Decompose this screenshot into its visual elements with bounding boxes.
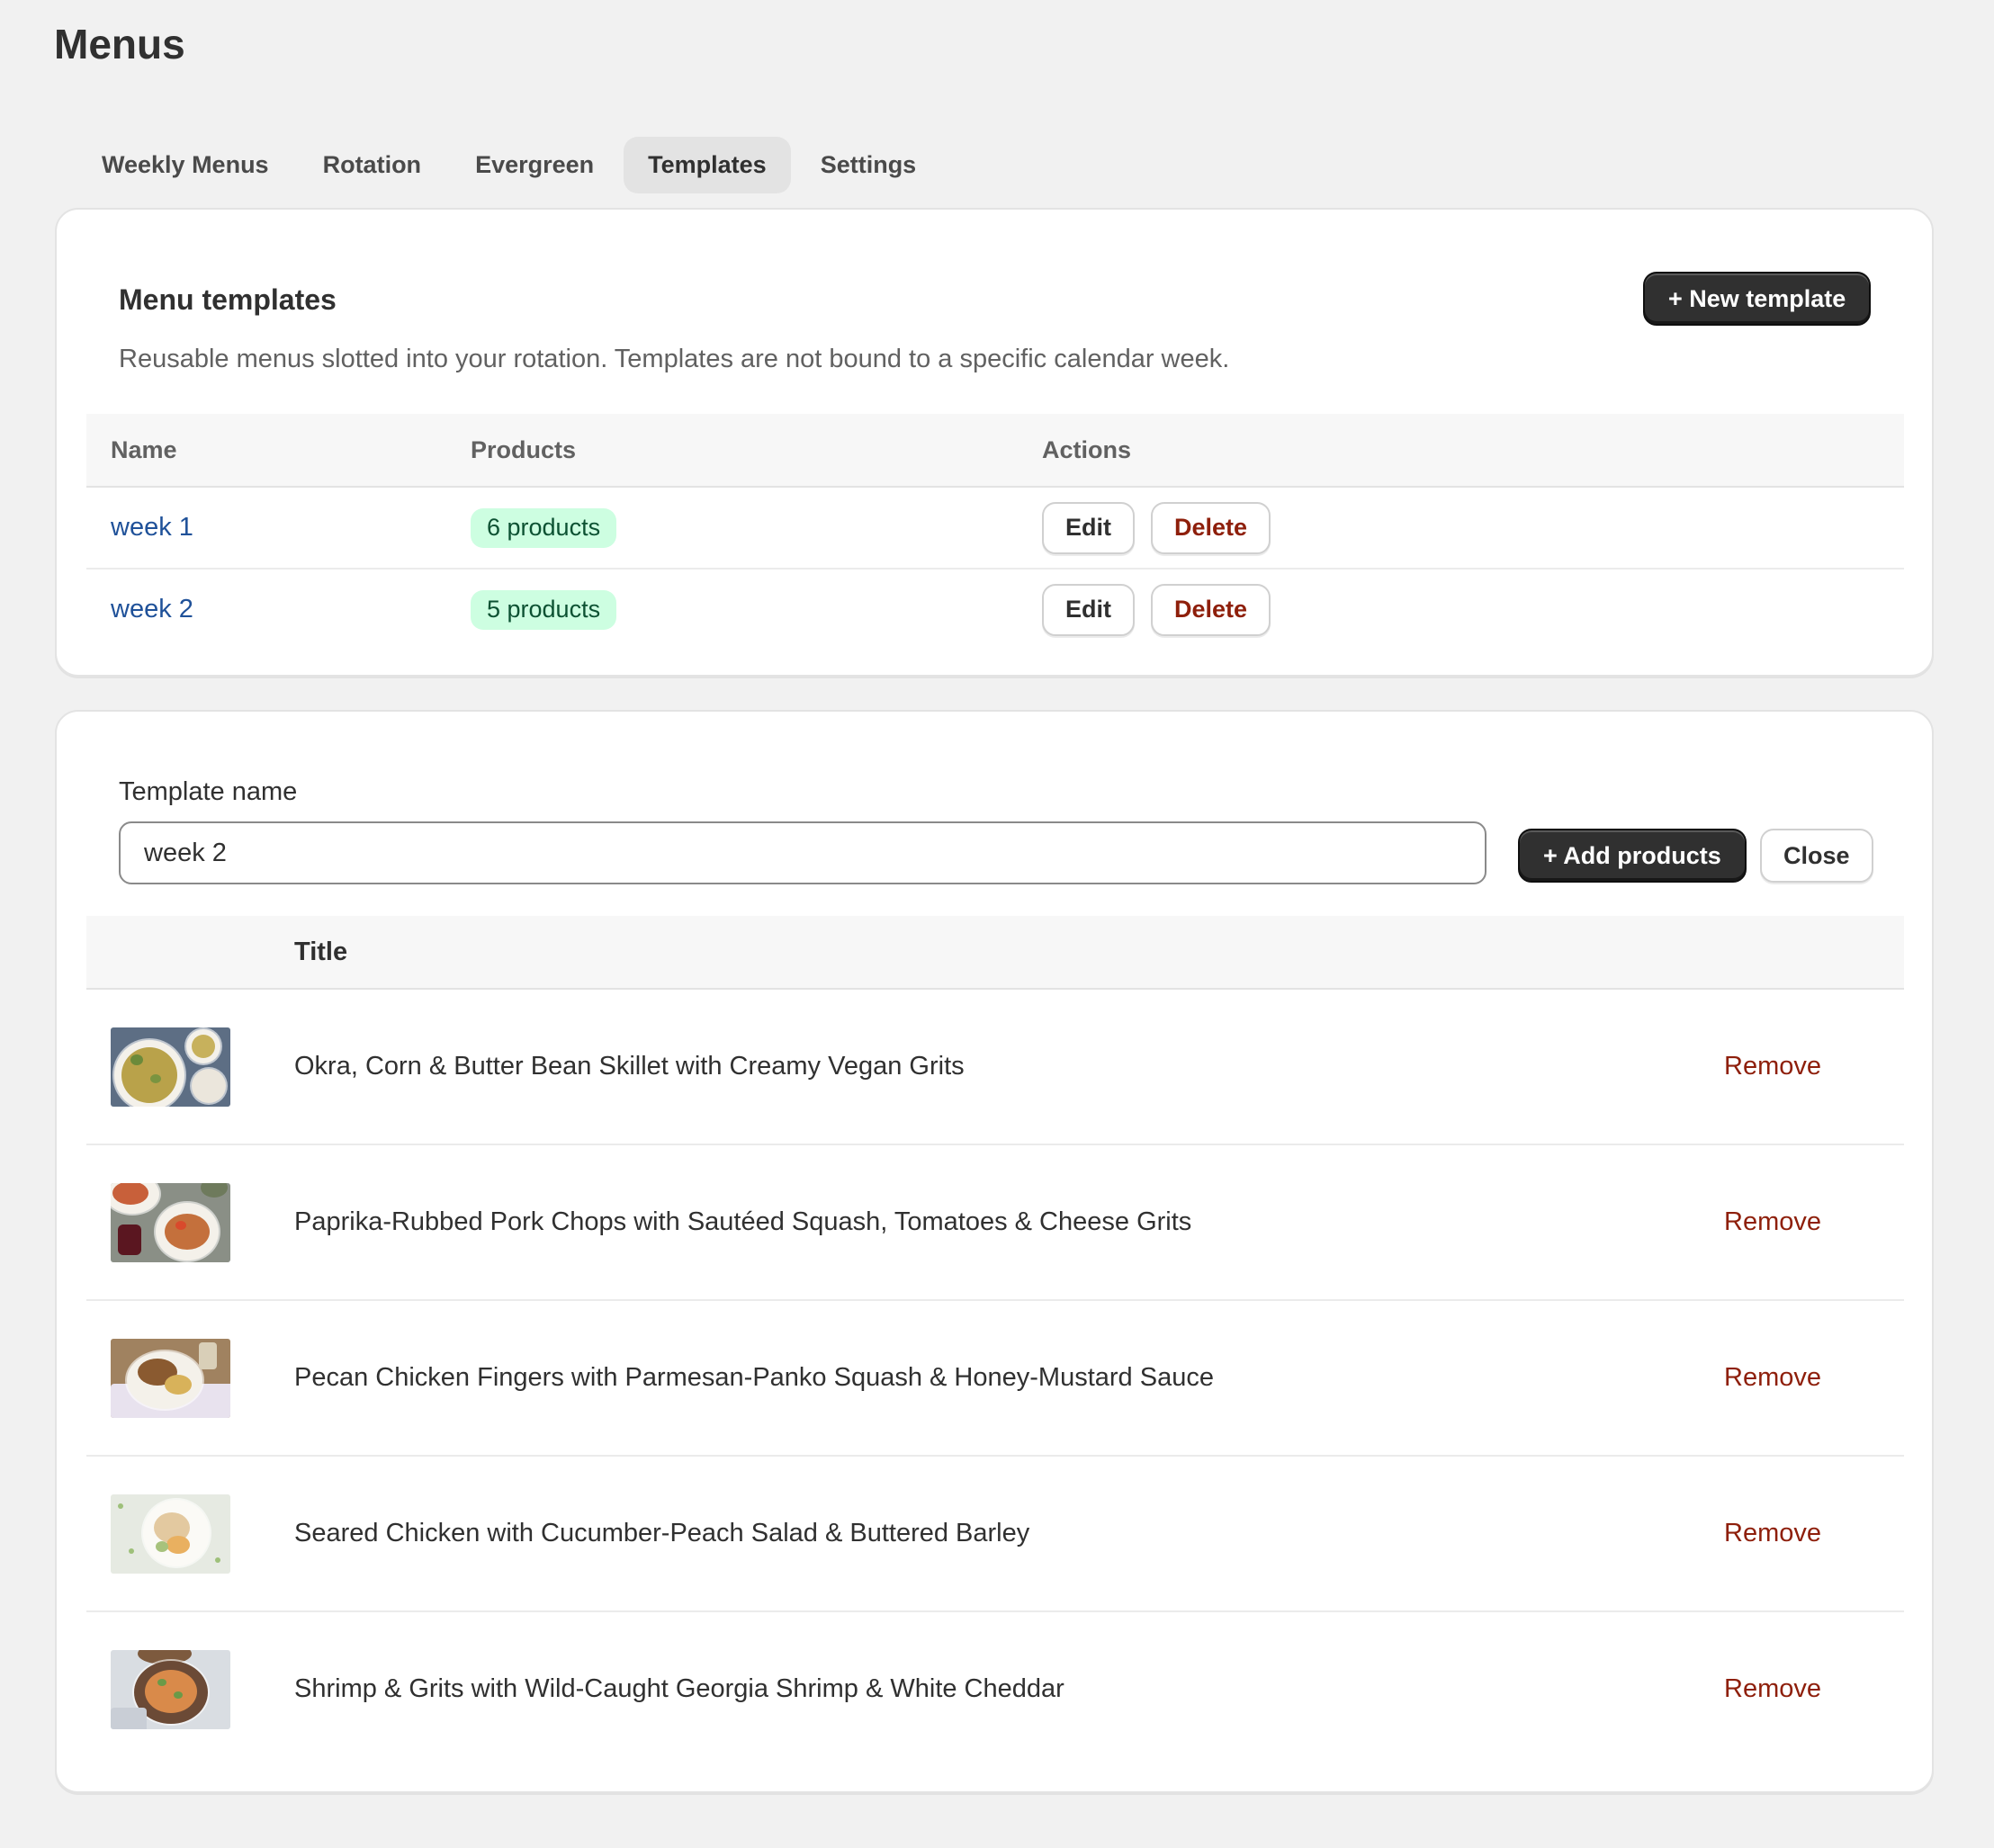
- templates-table: Name Products Actions week 1 6 products …: [86, 414, 1904, 650]
- edit-button[interactable]: Edit: [1042, 583, 1135, 636]
- product-title: Okra, Corn & Butter Bean Skillet with Cr…: [294, 1052, 965, 1081]
- remove-button[interactable]: Remove: [1724, 1519, 1904, 1548]
- product-row: Okra, Corn & Butter Bean Skillet with Cr…: [86, 990, 1904, 1145]
- product-title: Pecan Chicken Fingers with Parmesan-Pank…: [294, 1363, 1214, 1392]
- card-description: Reusable menus slotted into your rotatio…: [119, 345, 1230, 373]
- product-title: Shrimp & Grits with Wild-Caught Georgia …: [294, 1674, 1064, 1703]
- menus-page: Menus Weekly Menus Rotation Evergreen Te…: [0, 0, 1994, 1848]
- menu-templates-card: Menu templates + New template Reusable m…: [55, 208, 1934, 677]
- product-thumbnail: [111, 1494, 230, 1574]
- table-row: week 1 6 products Edit Delete: [86, 488, 1904, 570]
- template-name-input[interactable]: [119, 821, 1487, 884]
- tab-weekly-menus[interactable]: Weekly Menus: [77, 137, 293, 193]
- tab-rotation[interactable]: Rotation: [299, 137, 445, 193]
- remove-button[interactable]: Remove: [1724, 1674, 1904, 1704]
- column-header-name: Name: [111, 435, 177, 463]
- add-products-button[interactable]: + Add products: [1518, 829, 1747, 883]
- page-title: Menus: [54, 21, 185, 67]
- card-title: Menu templates: [119, 283, 337, 316]
- product-thumbnail: [111, 1027, 230, 1107]
- products-table: Title Okra, Corn & Butter Bean Skillet w…: [86, 916, 1904, 1766]
- product-title: Seared Chicken with Cucumber-Peach Salad…: [294, 1519, 1030, 1547]
- close-button[interactable]: Close: [1760, 829, 1873, 883]
- column-header-title: Title: [294, 937, 348, 966]
- delete-button[interactable]: Delete: [1151, 501, 1271, 554]
- product-count-badge: 5 products: [471, 589, 617, 630]
- tab-evergreen[interactable]: Evergreen: [451, 137, 618, 193]
- delete-button[interactable]: Delete: [1151, 583, 1271, 636]
- remove-button[interactable]: Remove: [1724, 1052, 1904, 1081]
- tab-settings[interactable]: Settings: [796, 137, 941, 193]
- new-template-button[interactable]: + New template: [1643, 272, 1872, 326]
- template-editor-card: Template name + Add products Close Title: [55, 710, 1934, 1793]
- table-header: Title: [86, 916, 1904, 990]
- tab-bar: Weekly Menus Rotation Evergreen Template…: [77, 137, 940, 193]
- product-count-badge: 6 products: [471, 507, 617, 548]
- product-thumbnail: [111, 1649, 230, 1729]
- product-row: Pecan Chicken Fingers with Parmesan-Pank…: [86, 1301, 1904, 1457]
- remove-button[interactable]: Remove: [1724, 1363, 1904, 1393]
- product-row: Seared Chicken with Cucumber-Peach Salad…: [86, 1457, 1904, 1612]
- table-header: Name Products Actions: [86, 414, 1904, 488]
- product-row: Shrimp & Grits with Wild-Caught Georgia …: [86, 1612, 1904, 1766]
- template-name-link[interactable]: week 2: [111, 595, 193, 623]
- product-title: Paprika-Rubbed Pork Chops with Sautéed S…: [294, 1207, 1192, 1236]
- template-name-link[interactable]: week 1: [111, 513, 193, 542]
- product-thumbnail: [111, 1182, 230, 1262]
- column-header-actions: Actions: [1042, 435, 1132, 463]
- column-header-products: Products: [471, 435, 577, 463]
- table-row: week 2 5 products Edit Delete: [86, 570, 1904, 650]
- template-name-label: Template name: [119, 777, 298, 806]
- product-row: Paprika-Rubbed Pork Chops with Sautéed S…: [86, 1145, 1904, 1301]
- remove-button[interactable]: Remove: [1724, 1207, 1904, 1237]
- edit-button[interactable]: Edit: [1042, 501, 1135, 554]
- product-thumbnail: [111, 1338, 230, 1418]
- tab-templates[interactable]: Templates: [624, 137, 791, 193]
